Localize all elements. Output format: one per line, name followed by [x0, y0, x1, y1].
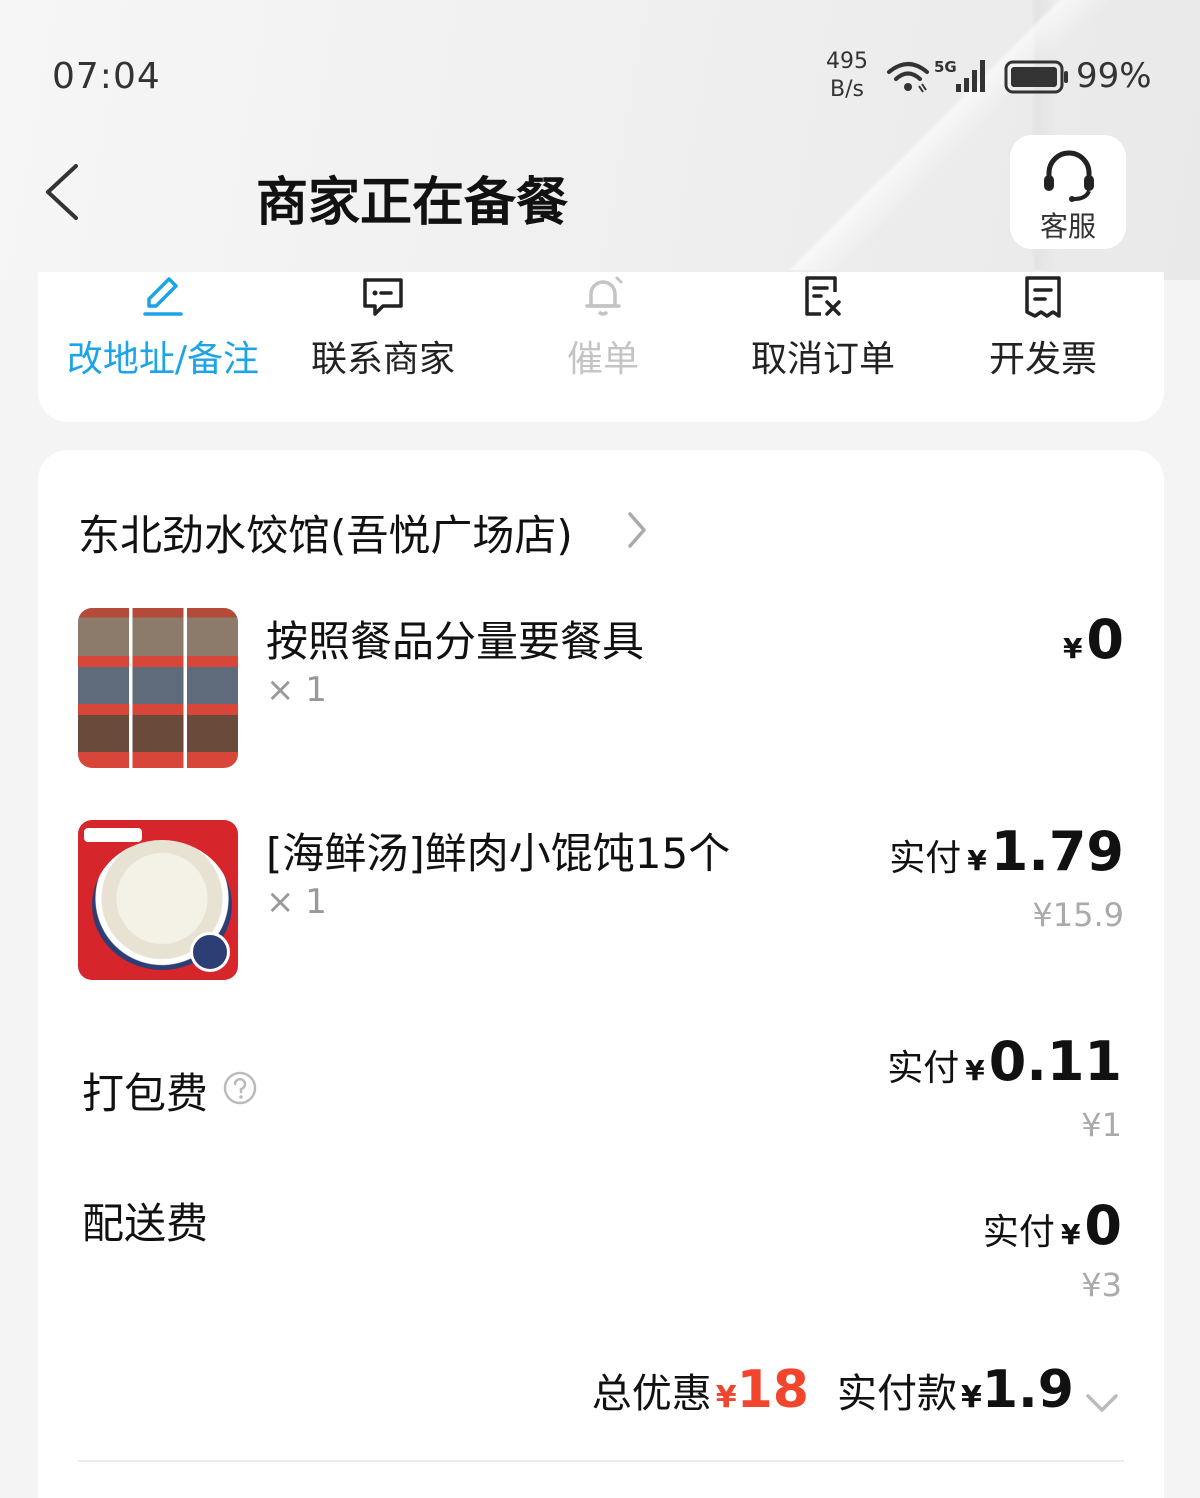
price-prefix: 实付 — [887, 1048, 960, 1089]
fee-row-packaging: 打包费 实付 ¥0.11 ¥1 — [82, 1030, 1122, 1150]
original-price: ¥3 — [1081, 1266, 1122, 1304]
battery-icon — [1004, 60, 1068, 94]
item-quantity: × 1 — [266, 882, 327, 922]
item-price: 实付 ¥1.79 — [889, 820, 1124, 883]
fee-label: 打包费 — [82, 1069, 209, 1118]
wifi-icon — [887, 62, 929, 93]
action-cancel-order[interactable]: 取消订单 — [708, 272, 938, 402]
currency-symbol: ¥ — [1060, 1218, 1081, 1251]
order-actions-card: 改地址/备注 联系商家 催单 取消订单 开发票 — [38, 272, 1164, 422]
price-value: 1.79 — [990, 820, 1124, 883]
price-prefix: 实付 — [982, 1212, 1055, 1253]
svg-text:5G: 5G — [934, 58, 957, 76]
paid-currency: ¥ — [961, 1380, 982, 1415]
action-label: 联系商家 — [310, 339, 455, 380]
action-contact-merchant[interactable]: 联系商家 — [268, 272, 498, 402]
list-item: 按照餐品分量要餐具 × 1 ¥0 — [78, 608, 1124, 773]
discount-label: 总优惠 — [591, 1371, 712, 1417]
chevron-down-icon[interactable] — [1082, 1388, 1122, 1418]
original-price: ¥15.9 — [1032, 896, 1124, 934]
item-name: 按照餐品分量要餐具 — [266, 617, 645, 666]
item-thumbnail — [78, 820, 238, 980]
paid-value: 1.9 — [981, 1360, 1074, 1420]
cellular-signal-icon: 5G — [934, 58, 985, 92]
help-icon[interactable] — [222, 1070, 258, 1106]
item-quantity: × 1 — [266, 670, 327, 710]
invoice-icon — [1025, 276, 1061, 318]
customer-service-button[interactable]: 客服 — [1010, 135, 1126, 249]
item-thumbnail — [78, 608, 238, 768]
thumbnail-seal — [190, 932, 230, 972]
fee-price: 实付 ¥0 — [983, 1194, 1122, 1257]
action-label: 开发票 — [988, 339, 1097, 380]
cancel-doc-icon — [805, 276, 841, 316]
shop-name[interactable]: 东北劲水饺馆(吾悦广场店) — [78, 502, 573, 563]
customer-service-label: 客服 — [1039, 210, 1096, 243]
headset-icon — [1044, 150, 1094, 202]
divider — [78, 1460, 1124, 1462]
currency-symbol: ¥ — [967, 844, 987, 877]
price-value: 0.11 — [988, 1030, 1122, 1093]
order-detail-card: 东北劲水饺馆(吾悦广场店) 按照餐品分量要餐具 × 1 ¥0 [海鲜汤]鲜肉小馄… — [38, 450, 1164, 1498]
net-speed: 495 B/s — [826, 49, 868, 102]
order-summary[interactable]: 总优惠 ¥18 实付款 ¥1.9 — [592, 1360, 1122, 1420]
back-button[interactable] — [36, 160, 96, 224]
action-label: 改地址/备注 — [66, 339, 260, 380]
original-price: ¥1 — [1081, 1106, 1122, 1144]
price-prefix: 实付 — [889, 838, 962, 879]
action-label: 催单 — [566, 339, 639, 380]
fee-row-delivery: 配送费 实付 ¥0 ¥3 — [82, 1190, 1122, 1310]
discount-value: 18 — [736, 1360, 809, 1420]
bell-icon — [585, 276, 623, 316]
chat-icon — [363, 278, 403, 316]
currency-symbol: ¥ — [965, 1054, 985, 1087]
currency-symbol: ¥ — [1062, 632, 1083, 665]
discount-currency: ¥ — [715, 1380, 737, 1415]
paid-label: 实付款 — [837, 1371, 957, 1417]
edit-icon — [143, 277, 183, 316]
page-title: 商家正在备餐 — [256, 173, 569, 233]
fee-label: 配送费 — [82, 1199, 209, 1248]
battery-percentage: 99% — [1076, 56, 1152, 96]
action-urge-order[interactable]: 催单 — [488, 272, 718, 402]
action-label: 取消订单 — [750, 339, 895, 380]
status-time: 07:04 — [52, 56, 161, 97]
chevron-right-icon[interactable] — [622, 508, 652, 552]
thumbnail-tag — [84, 828, 142, 842]
price-value: 0 — [1084, 1194, 1122, 1257]
item-name: [海鲜汤]鲜肉小馄饨15个 — [266, 829, 731, 878]
status-bar: 07:04 495 B/s 5G 99% — [0, 0, 1200, 150]
list-item: [海鲜汤]鲜肉小馄饨15个 × 1 实付 ¥1.79 ¥15.9 — [78, 820, 1124, 985]
action-invoice[interactable]: 开发票 — [928, 272, 1158, 402]
item-price: ¥0 — [1057, 608, 1124, 671]
fee-price: 实付 ¥0.11 — [887, 1030, 1122, 1093]
chevron-left-icon — [46, 164, 78, 220]
action-change-address[interactable]: 改地址/备注 — [48, 272, 278, 402]
price-value: 0 — [1086, 608, 1124, 671]
